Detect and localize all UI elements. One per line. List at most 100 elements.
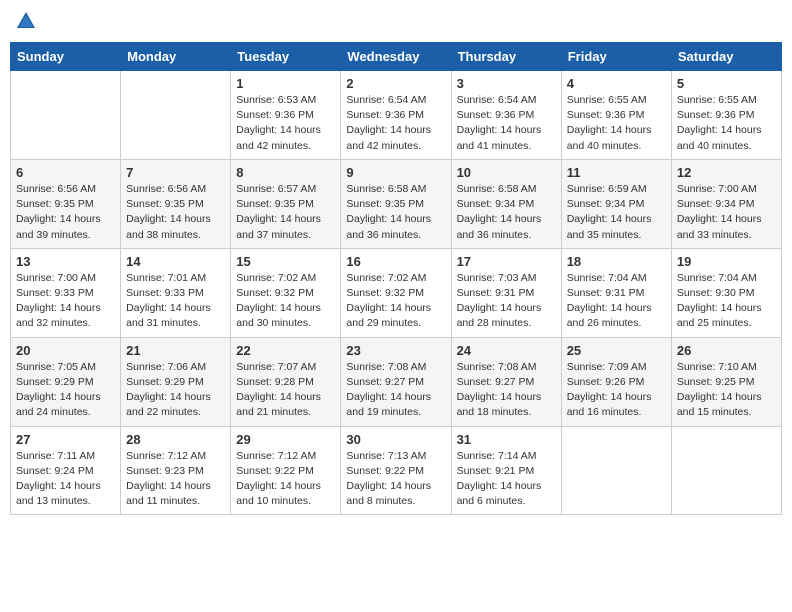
day-number: 4 [567, 76, 666, 91]
calendar-cell: 18 Sunrise: 7:04 AM Sunset: 9:31 PM Dayli… [561, 248, 671, 337]
day-info: Sunrise: 7:03 AM Sunset: 9:31 PM Dayligh… [457, 271, 556, 332]
calendar-cell [561, 426, 671, 515]
calendar-cell: 15 Sunrise: 7:02 AM Sunset: 9:32 PM Dayli… [231, 248, 341, 337]
calendar-week-4: 20 Sunrise: 7:05 AM Sunset: 9:29 PM Dayli… [11, 337, 782, 426]
day-number: 31 [457, 432, 556, 447]
day-info: Sunrise: 6:55 AM Sunset: 9:36 PM Dayligh… [567, 93, 666, 154]
day-number: 24 [457, 343, 556, 358]
day-info: Sunrise: 7:14 AM Sunset: 9:21 PM Dayligh… [457, 449, 556, 510]
page-header [10, 10, 782, 32]
weekday-header-saturday: Saturday [671, 43, 781, 71]
day-number: 15 [236, 254, 335, 269]
calendar-cell [121, 71, 231, 160]
day-info: Sunrise: 7:06 AM Sunset: 9:29 PM Dayligh… [126, 360, 225, 421]
day-number: 14 [126, 254, 225, 269]
day-info: Sunrise: 6:54 AM Sunset: 9:36 PM Dayligh… [346, 93, 445, 154]
day-number: 18 [567, 254, 666, 269]
day-info: Sunrise: 7:07 AM Sunset: 9:28 PM Dayligh… [236, 360, 335, 421]
day-number: 2 [346, 76, 445, 91]
logo-icon [15, 10, 37, 32]
calendar-cell: 6 Sunrise: 6:56 AM Sunset: 9:35 PM Daylig… [11, 159, 121, 248]
day-number: 3 [457, 76, 556, 91]
day-number: 22 [236, 343, 335, 358]
day-info: Sunrise: 6:57 AM Sunset: 9:35 PM Dayligh… [236, 182, 335, 243]
day-info: Sunrise: 7:01 AM Sunset: 9:33 PM Dayligh… [126, 271, 225, 332]
day-number: 6 [16, 165, 115, 180]
day-info: Sunrise: 7:13 AM Sunset: 9:22 PM Dayligh… [346, 449, 445, 510]
day-number: 13 [16, 254, 115, 269]
calendar-cell [671, 426, 781, 515]
day-info: Sunrise: 6:54 AM Sunset: 9:36 PM Dayligh… [457, 93, 556, 154]
day-number: 27 [16, 432, 115, 447]
day-info: Sunrise: 7:12 AM Sunset: 9:23 PM Dayligh… [126, 449, 225, 510]
day-info: Sunrise: 6:56 AM Sunset: 9:35 PM Dayligh… [126, 182, 225, 243]
day-info: Sunrise: 7:02 AM Sunset: 9:32 PM Dayligh… [236, 271, 335, 332]
weekday-header-tuesday: Tuesday [231, 43, 341, 71]
day-info: Sunrise: 6:53 AM Sunset: 9:36 PM Dayligh… [236, 93, 335, 154]
calendar-cell: 19 Sunrise: 7:04 AM Sunset: 9:30 PM Dayli… [671, 248, 781, 337]
day-info: Sunrise: 6:59 AM Sunset: 9:34 PM Dayligh… [567, 182, 666, 243]
day-info: Sunrise: 7:09 AM Sunset: 9:26 PM Dayligh… [567, 360, 666, 421]
calendar-cell: 22 Sunrise: 7:07 AM Sunset: 9:28 PM Dayli… [231, 337, 341, 426]
day-info: Sunrise: 7:04 AM Sunset: 9:31 PM Dayligh… [567, 271, 666, 332]
calendar-cell: 14 Sunrise: 7:01 AM Sunset: 9:33 PM Dayli… [121, 248, 231, 337]
calendar-week-3: 13 Sunrise: 7:00 AM Sunset: 9:33 PM Dayli… [11, 248, 782, 337]
day-number: 11 [567, 165, 666, 180]
day-info: Sunrise: 7:05 AM Sunset: 9:29 PM Dayligh… [16, 360, 115, 421]
calendar-week-1: 1 Sunrise: 6:53 AM Sunset: 9:36 PM Daylig… [11, 71, 782, 160]
day-info: Sunrise: 6:56 AM Sunset: 9:35 PM Dayligh… [16, 182, 115, 243]
day-number: 21 [126, 343, 225, 358]
weekday-header-sunday: Sunday [11, 43, 121, 71]
day-info: Sunrise: 7:12 AM Sunset: 9:22 PM Dayligh… [236, 449, 335, 510]
calendar-cell: 1 Sunrise: 6:53 AM Sunset: 9:36 PM Daylig… [231, 71, 341, 160]
day-number: 17 [457, 254, 556, 269]
day-number: 19 [677, 254, 776, 269]
day-number: 1 [236, 76, 335, 91]
day-info: Sunrise: 7:08 AM Sunset: 9:27 PM Dayligh… [457, 360, 556, 421]
calendar-cell: 10Sunrise: 6:58 AM Sunset: 9:34 PM Dayli… [451, 159, 561, 248]
day-number: 8 [236, 165, 335, 180]
day-info: Sunrise: 6:58 AM Sunset: 9:35 PM Dayligh… [346, 182, 445, 243]
calendar-cell: 5Sunrise: 6:55 AM Sunset: 9:36 PM Daylig… [671, 71, 781, 160]
day-info: Sunrise: 6:55 AM Sunset: 9:36 PM Dayligh… [677, 93, 776, 154]
day-info: Sunrise: 7:00 AM Sunset: 9:33 PM Dayligh… [16, 271, 115, 332]
logo [15, 10, 39, 32]
day-number: 28 [126, 432, 225, 447]
day-number: 25 [567, 343, 666, 358]
calendar-cell: 8 Sunrise: 6:57 AM Sunset: 9:35 PM Daylig… [231, 159, 341, 248]
day-info: Sunrise: 6:58 AM Sunset: 9:34 PM Dayligh… [457, 182, 556, 243]
weekday-header-friday: Friday [561, 43, 671, 71]
calendar-cell: 24 Sunrise: 7:08 AM Sunset: 9:27 PM Dayli… [451, 337, 561, 426]
calendar-cell: 20 Sunrise: 7:05 AM Sunset: 9:29 PM Dayli… [11, 337, 121, 426]
day-info: Sunrise: 7:02 AM Sunset: 9:32 PM Dayligh… [346, 271, 445, 332]
calendar-week-2: 6 Sunrise: 6:56 AM Sunset: 9:35 PM Daylig… [11, 159, 782, 248]
day-info: Sunrise: 7:11 AM Sunset: 9:24 PM Dayligh… [16, 449, 115, 510]
calendar-cell: 12Sunrise: 7:00 AM Sunset: 9:34 PM Dayli… [671, 159, 781, 248]
calendar-cell: 16Sunrise: 7:02 AM Sunset: 9:32 PM Dayli… [341, 248, 451, 337]
calendar-table: SundayMondayTuesdayWednesdayThursdayFrid… [10, 42, 782, 515]
calendar-cell: 9Sunrise: 6:58 AM Sunset: 9:35 PM Daylig… [341, 159, 451, 248]
calendar-cell: 27 Sunrise: 7:11 AM Sunset: 9:24 PM Dayli… [11, 426, 121, 515]
calendar-cell: 7 Sunrise: 6:56 AM Sunset: 9:35 PM Daylig… [121, 159, 231, 248]
calendar-cell: 4 Sunrise: 6:55 AM Sunset: 9:36 PM Daylig… [561, 71, 671, 160]
day-number: 12 [677, 165, 776, 180]
calendar-cell: 25 Sunrise: 7:09 AM Sunset: 9:26 PM Dayli… [561, 337, 671, 426]
weekday-header-wednesday: Wednesday [341, 43, 451, 71]
calendar-cell: 29Sunrise: 7:12 AM Sunset: 9:22 PM Dayli… [231, 426, 341, 515]
calendar-cell: 23Sunrise: 7:08 AM Sunset: 9:27 PM Dayli… [341, 337, 451, 426]
calendar-cell: 21 Sunrise: 7:06 AM Sunset: 9:29 PM Dayli… [121, 337, 231, 426]
calendar-week-5: 27 Sunrise: 7:11 AM Sunset: 9:24 PM Dayli… [11, 426, 782, 515]
calendar-cell: 13 Sunrise: 7:00 AM Sunset: 9:33 PM Dayli… [11, 248, 121, 337]
weekday-header-monday: Monday [121, 43, 231, 71]
day-number: 20 [16, 343, 115, 358]
calendar-cell: 28 Sunrise: 7:12 AM Sunset: 9:23 PM Dayli… [121, 426, 231, 515]
day-info: Sunrise: 7:04 AM Sunset: 9:30 PM Dayligh… [677, 271, 776, 332]
day-number: 26 [677, 343, 776, 358]
day-number: 30 [346, 432, 445, 447]
day-number: 7 [126, 165, 225, 180]
calendar-cell: 31 Sunrise: 7:14 AM Sunset: 9:21 PM Dayli… [451, 426, 561, 515]
calendar-cell: 26Sunrise: 7:10 AM Sunset: 9:25 PM Dayli… [671, 337, 781, 426]
calendar-cell: 3 Sunrise: 6:54 AM Sunset: 9:36 PM Daylig… [451, 71, 561, 160]
calendar-cell: 17 Sunrise: 7:03 AM Sunset: 9:31 PM Dayli… [451, 248, 561, 337]
weekday-header-thursday: Thursday [451, 43, 561, 71]
